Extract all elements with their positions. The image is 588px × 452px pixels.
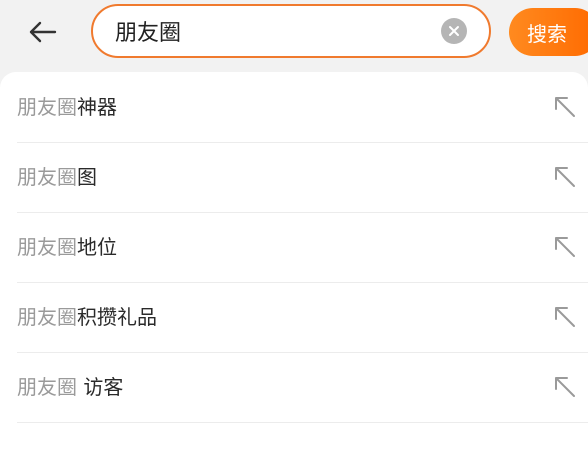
arrow-left-icon [29, 21, 57, 43]
suggestion-text: 朋友圈 访客 [17, 374, 123, 400]
suggestion-text: 朋友圈积攒礼品 [17, 304, 157, 330]
clear-button[interactable] [441, 18, 467, 44]
back-button[interactable] [24, 14, 60, 50]
suggestion-text: 朋友圈图 [17, 164, 97, 190]
suggestion-text: 朋友圈神器 [17, 94, 117, 120]
suggestion-item[interactable]: 朋友圈地位 [0, 212, 588, 282]
arrow-up-left-icon[interactable] [552, 94, 578, 120]
suggestion-text: 朋友圈地位 [17, 234, 117, 260]
suggestion-completion: 神器 [77, 95, 117, 119]
arrow-up-left-icon[interactable] [552, 164, 578, 190]
suggestion-item[interactable]: 朋友圈神器 [0, 72, 588, 142]
arrow-up-left-icon[interactable] [552, 374, 578, 400]
search-header: 搜索 [0, 0, 588, 70]
suggestion-item[interactable]: 朋友圈图 [0, 142, 588, 212]
suggestion-keyword: 朋友圈 [17, 305, 77, 329]
suggestion-keyword: 朋友圈 [17, 235, 77, 259]
suggestion-list: 朋友圈神器 朋友圈图 朋友圈地位 朋友圈积攒礼品 朋友圈 访客 [0, 72, 588, 452]
search-button[interactable]: 搜索 [509, 8, 588, 56]
suggestion-completion: 图 [77, 165, 97, 189]
suggestion-keyword: 朋友圈 [17, 95, 77, 119]
suggestion-item[interactable]: 朋友圈 访客 [0, 352, 588, 422]
arrow-up-left-icon[interactable] [552, 304, 578, 330]
suggestion-keyword: 朋友圈 [17, 375, 77, 399]
suggestion-item[interactable]: 朋友圈积攒礼品 [0, 282, 588, 352]
arrow-up-left-icon[interactable] [552, 234, 578, 260]
divider [17, 422, 588, 423]
suggestion-completion: 访客 [77, 375, 124, 399]
suggestion-completion: 地位 [77, 235, 117, 259]
clear-circle-icon [449, 26, 459, 36]
search-box[interactable] [91, 4, 491, 58]
search-input[interactable] [115, 6, 435, 56]
suggestion-completion: 积攒礼品 [77, 305, 157, 329]
suggestion-keyword: 朋友圈 [17, 165, 77, 189]
